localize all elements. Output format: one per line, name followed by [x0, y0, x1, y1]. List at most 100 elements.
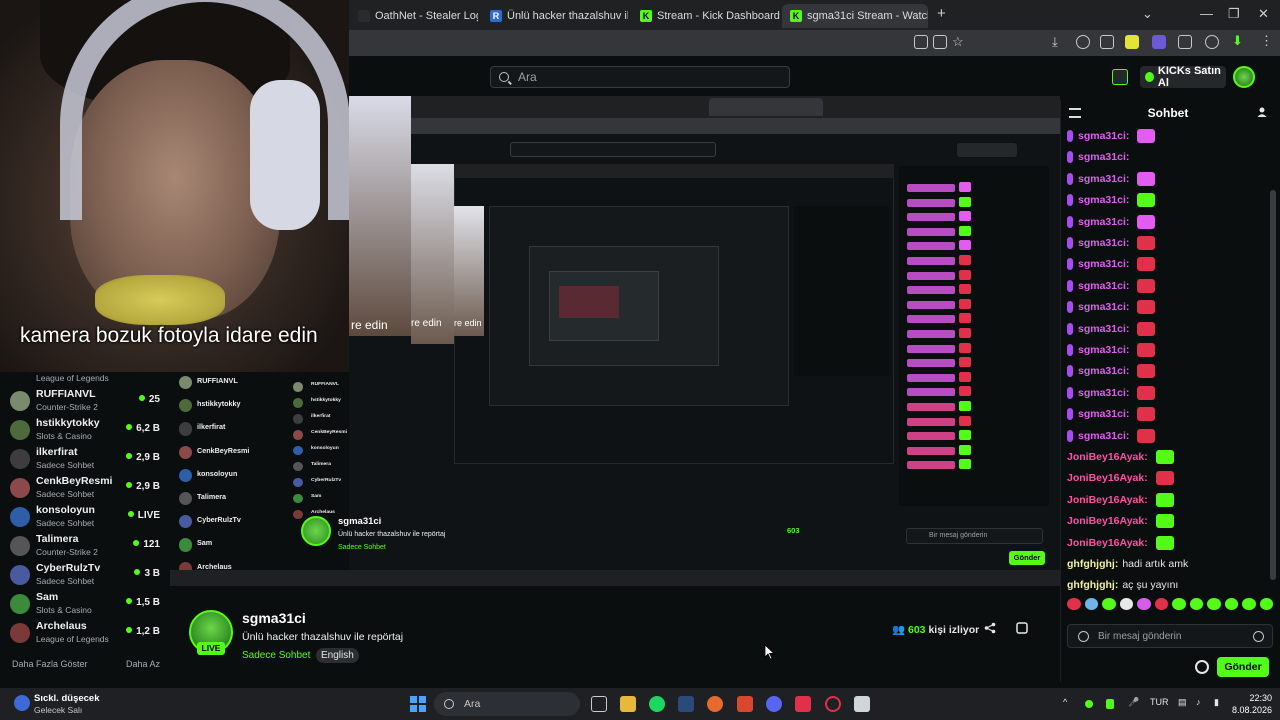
clock[interactable]: 22:30 8.08.2026: [1232, 692, 1272, 716]
tray-green-icon[interactable]: [1085, 700, 1093, 708]
chat-message[interactable]: JoniBey16Ayak:: [1067, 468, 1273, 488]
emote-icon[interactable]: [1137, 598, 1151, 610]
chat-username[interactable]: sgma31ci:: [1078, 258, 1129, 270]
sidebar-channel[interactable]: Archelaus League of Legends 1,2 B: [10, 618, 162, 647]
chat-message[interactable]: JoniBey16Ayak:: [1067, 533, 1273, 553]
menu-dots-icon[interactable]: ⋮: [1260, 33, 1273, 49]
tray-lock-icon[interactable]: [1106, 699, 1114, 709]
chat-message[interactable]: JoniBey16Ayak:: [1067, 511, 1273, 531]
user-avatar[interactable]: [1233, 66, 1255, 88]
chat-username[interactable]: sgma31ci:: [1078, 173, 1129, 185]
tab-kick-dashboard[interactable]: K Stream - Kick Dashboard ✕: [632, 4, 780, 28]
chat-username[interactable]: ghfghjghj:: [1067, 558, 1118, 570]
file-explorer-icon[interactable]: [620, 696, 636, 712]
chat-username[interactable]: JoniBey16Ayak:: [1067, 515, 1148, 527]
share-icon[interactable]: [984, 622, 996, 634]
firefox-icon[interactable]: [707, 696, 723, 712]
sidebar-channel[interactable]: CyberRulzTv Sadece Sohbet 3 B: [10, 560, 162, 589]
users-icon[interactable]: [1257, 106, 1269, 118]
emote-icon[interactable]: [1224, 598, 1238, 610]
sidebar-channel[interactable]: konsoloyun Sadece Sohbet LIVE: [10, 502, 162, 531]
show-less-link[interactable]: Daha Az: [126, 659, 160, 669]
install-app-icon[interactable]: [933, 35, 947, 49]
emote-icon[interactable]: [1172, 598, 1186, 610]
bookmark-star-icon[interactable]: ☆: [952, 34, 964, 50]
chat-message[interactable]: ghfghjghj: hadi artık amk: [1067, 554, 1273, 574]
extension-yellow-icon[interactable]: [1125, 35, 1139, 49]
chat-message[interactable]: sgma31ci:: [1067, 147, 1273, 167]
minimize-icon[interactable]: —: [1200, 6, 1213, 21]
battery-icon[interactable]: ▮: [1214, 697, 1219, 708]
spotify-icon[interactable]: [649, 696, 665, 712]
chat-username[interactable]: sgma31ci:: [1078, 344, 1129, 356]
taskbar-search[interactable]: Ara: [434, 692, 580, 716]
app-red2-icon[interactable]: [795, 696, 811, 712]
emote-icon[interactable]: [1259, 598, 1273, 610]
stream-language-tag[interactable]: English: [316, 648, 359, 663]
show-more-link[interactable]: Daha Fazla Göster: [12, 659, 88, 669]
discord-icon[interactable]: [766, 696, 782, 712]
chat-settings-gear-icon[interactable]: [1195, 660, 1209, 674]
chat-message[interactable]: sgma31ci:: [1067, 340, 1273, 360]
network-icon[interactable]: ▤: [1178, 697, 1187, 708]
emote-icon[interactable]: [1119, 598, 1133, 610]
chat-username[interactable]: JoniBey16Ayak:: [1067, 472, 1148, 484]
chat-message[interactable]: sgma31ci:: [1067, 297, 1273, 317]
new-tab-button[interactable]: +: [937, 5, 946, 22]
send-button[interactable]: Gönder: [1217, 657, 1269, 677]
extensions-icon[interactable]: [1100, 35, 1114, 49]
language-indicator[interactable]: TUR: [1150, 697, 1169, 707]
page-scrollbar[interactable]: [1270, 190, 1276, 580]
chat-username[interactable]: sgma31ci:: [1078, 301, 1129, 313]
chat-message[interactable]: sgma31ci:: [1067, 276, 1273, 296]
steam-icon[interactable]: [678, 696, 694, 712]
app-window-icon[interactable]: [854, 696, 870, 712]
chat-message[interactable]: sgma31ci:: [1067, 233, 1273, 253]
chat-username[interactable]: sgma31ci:: [1078, 408, 1129, 420]
tray-chevron-icon[interactable]: ^: [1063, 697, 1067, 707]
sync-icon[interactable]: [1205, 35, 1219, 49]
chat-username[interactable]: sgma31ci:: [1078, 365, 1129, 377]
emote-icon[interactable]: [1102, 598, 1116, 610]
streamer-name[interactable]: sgma31ci: [242, 610, 306, 626]
chat-message[interactable]: sgma31ci:: [1067, 169, 1273, 189]
chat-username[interactable]: sgma31ci:: [1078, 194, 1129, 206]
tab-kick-watch[interactable]: K sgma31ci Stream - Watch Live o ✕: [782, 4, 928, 28]
sidebar-channel[interactable]: ilkerfirat Sadece Sohbet 2,9 B: [10, 444, 162, 473]
kick-dashboard-icon[interactable]: [1112, 69, 1128, 85]
extension-grid-icon[interactable]: [1178, 35, 1192, 49]
chat-message[interactable]: sgma31ci:: [1067, 254, 1273, 274]
chat-badge-icon[interactable]: [1078, 631, 1089, 642]
chat-message-input[interactable]: Bir mesaj gönderin: [1067, 624, 1273, 648]
chat-username[interactable]: sgma31ci:: [1078, 151, 1129, 163]
app-red-icon[interactable]: [737, 696, 753, 712]
chat-message[interactable]: ghfghjghj: aç şu yayını: [1067, 575, 1273, 595]
chat-message[interactable]: JoniBey16Ayak:: [1067, 447, 1273, 467]
sidebar-channel[interactable]: Talimera Counter-Strike 2 121: [10, 531, 162, 560]
emote-icon[interactable]: [1189, 598, 1203, 610]
extension-purple-icon[interactable]: [1152, 35, 1166, 49]
chat-message[interactable]: sgma31ci:: [1067, 361, 1273, 381]
chat-username[interactable]: sgma31ci:: [1078, 237, 1129, 249]
windows-start-icon[interactable]: [410, 696, 426, 712]
download-green-icon[interactable]: ⬇: [1232, 33, 1243, 49]
tab-oathnet[interactable]: OathNet - Stealer Log Search, B ✕: [350, 4, 478, 28]
emote-icon[interactable]: [1154, 598, 1168, 610]
emote-icon[interactable]: [1207, 598, 1221, 610]
volume-icon[interactable]: ♪: [1196, 697, 1201, 707]
tray-mic-icon[interactable]: 🎤: [1128, 697, 1139, 708]
chat-message[interactable]: sgma31ci:: [1067, 212, 1273, 232]
tab-search-chevron-icon[interactable]: ⌄: [1142, 6, 1153, 22]
more-options-icon[interactable]: [1016, 622, 1028, 634]
chat-username[interactable]: JoniBey16Ayak:: [1067, 537, 1148, 549]
chat-message[interactable]: sgma31ci:: [1067, 383, 1273, 403]
chat-message[interactable]: sgma31ci:: [1067, 404, 1273, 424]
sidebar-channel[interactable]: RUFFIANVL Counter-Strike 2 25: [10, 386, 162, 415]
chat-message[interactable]: sgma31ci:: [1067, 426, 1273, 446]
chat-message[interactable]: sgma31ci:: [1067, 126, 1273, 146]
app-circle-icon[interactable]: [825, 696, 841, 712]
maximize-icon[interactable]: ❐: [1228, 6, 1240, 22]
tab-interview[interactable]: R Ünlü hacker thazalshuv ile repörta ✕: [482, 4, 628, 28]
task-view-icon[interactable]: [591, 696, 607, 712]
chat-username[interactable]: sgma31ci:: [1078, 430, 1129, 442]
